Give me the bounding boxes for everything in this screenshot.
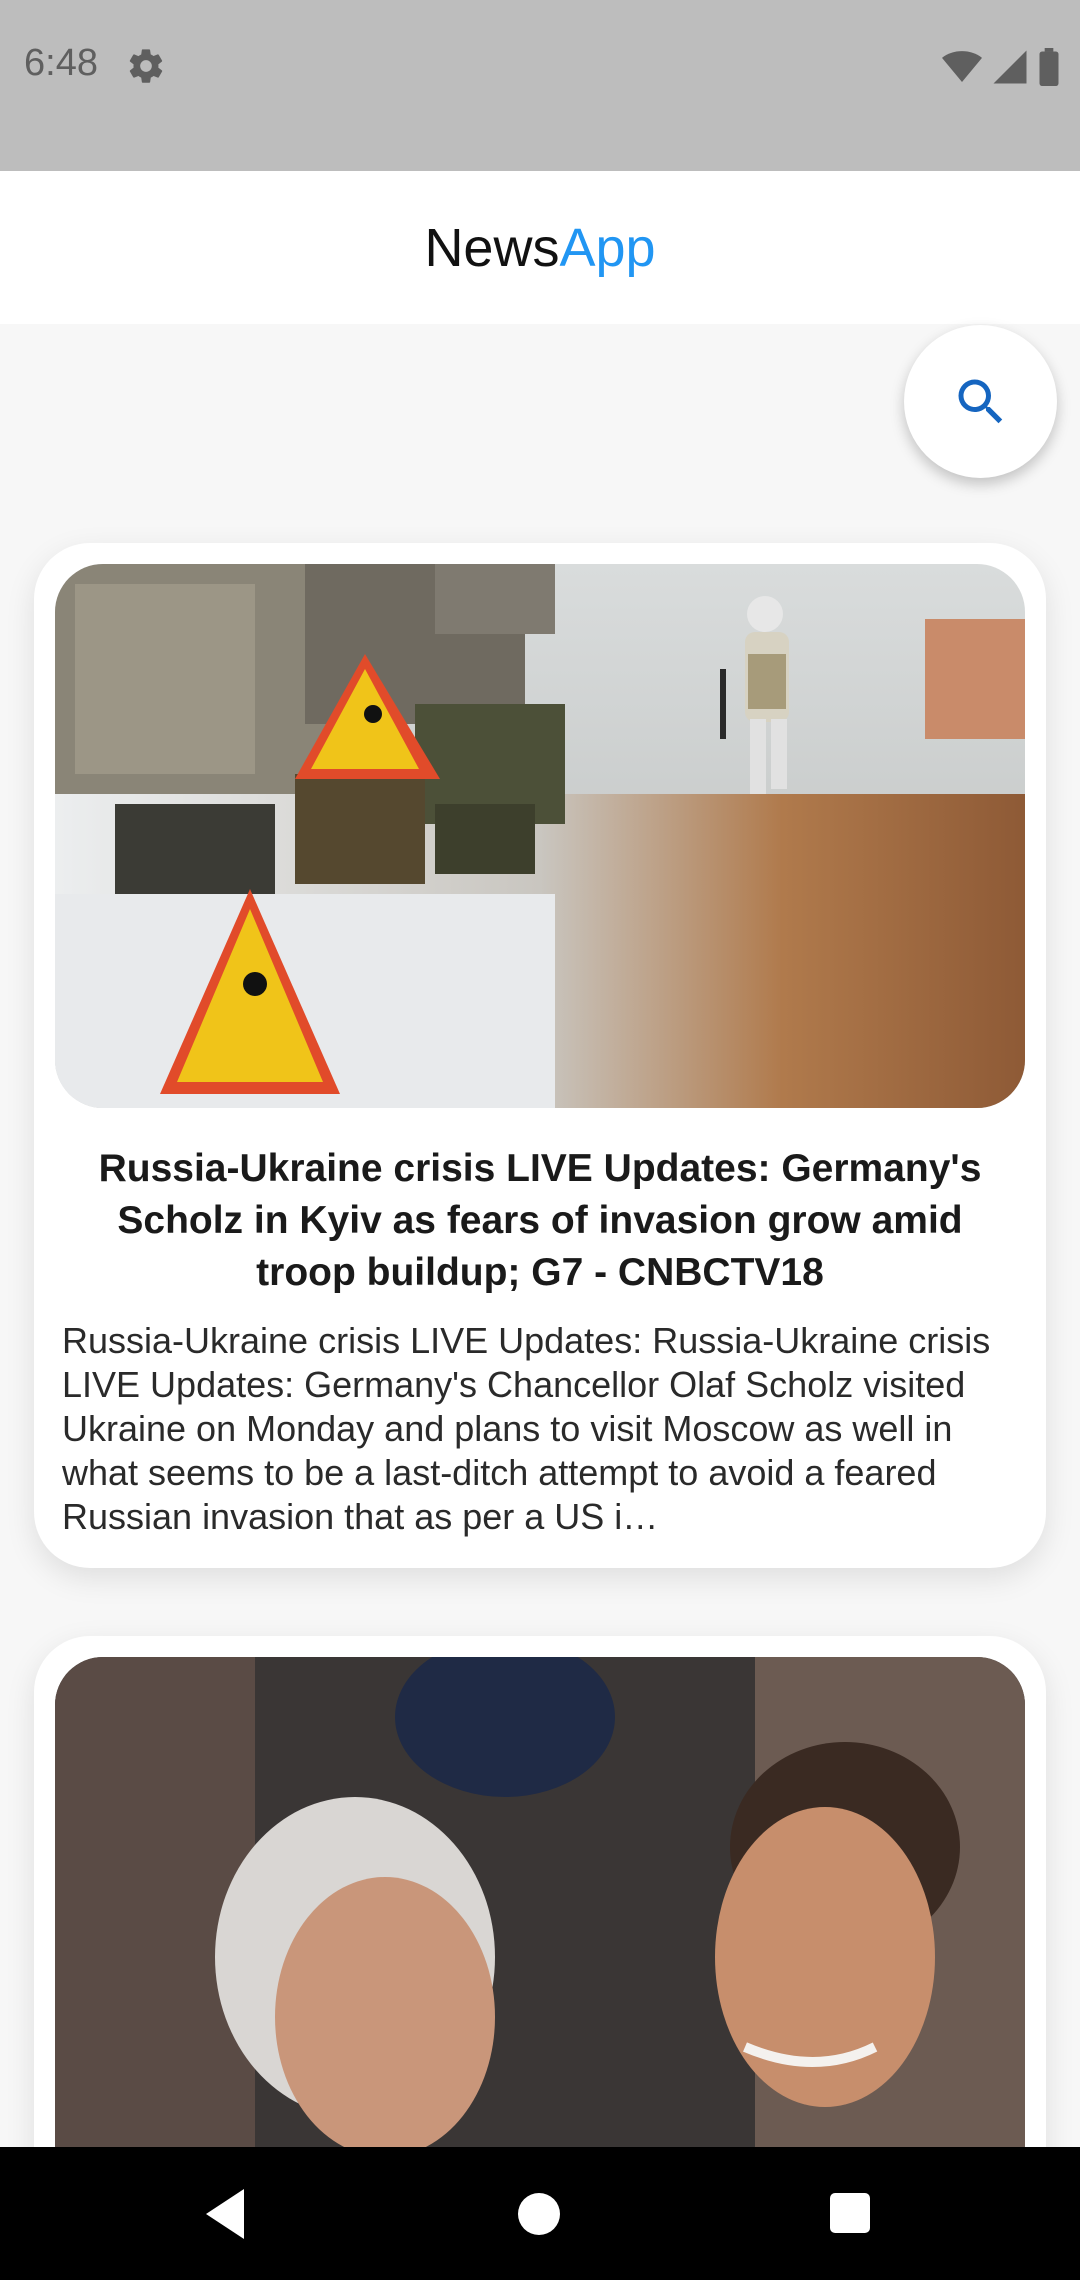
home-button[interactable] xyxy=(518,2193,560,2235)
app-title-app: App xyxy=(559,217,656,278)
app-bar: NewsApp xyxy=(0,171,1080,324)
status-icons xyxy=(942,48,1060,86)
status-time: 6:48 xyxy=(24,42,98,84)
app-title: NewsApp xyxy=(424,217,655,279)
article-card[interactable]: Russia-Ukraine crisis LIVE Updates: Germ… xyxy=(34,543,1046,1568)
status-bar: 6:48 xyxy=(0,0,1080,171)
battery-icon xyxy=(1039,48,1059,86)
article-description: Russia-Ukraine crisis LIVE Updates: Russ… xyxy=(62,1320,991,1537)
navigation-bar xyxy=(0,2147,1080,2280)
search-icon xyxy=(958,379,1002,423)
war-scene-photo xyxy=(55,564,1025,1108)
article-title: Russia-Ukraine crisis LIVE Updates: Germ… xyxy=(98,1147,982,1294)
wifi-icon xyxy=(942,51,982,82)
recents-button[interactable] xyxy=(830,2193,870,2233)
screen: 6:48 NewsApp Russia-Ukraine crisis LIVE … xyxy=(0,0,1080,2280)
signal-icon xyxy=(993,50,1027,84)
app-title-news: News xyxy=(424,217,560,278)
search-button[interactable] xyxy=(904,325,1057,478)
article-image xyxy=(55,564,1025,1108)
back-button[interactable] xyxy=(202,2187,248,2241)
gear-icon xyxy=(129,49,163,83)
